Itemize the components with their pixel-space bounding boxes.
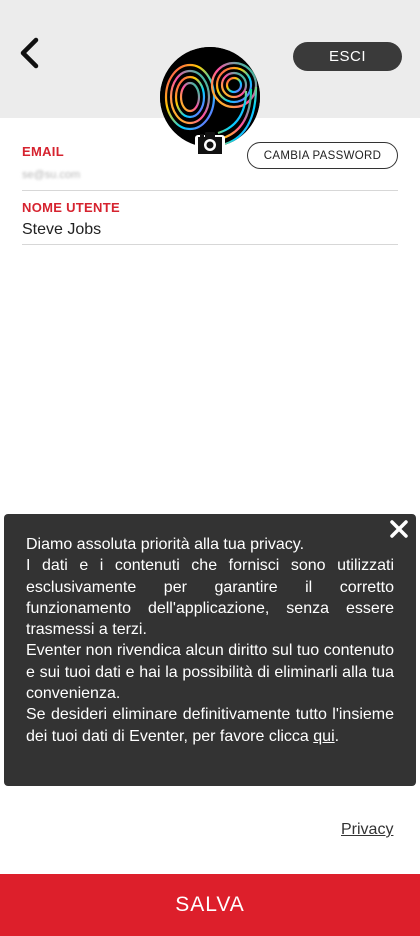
delete-data-link[interactable]: qui bbox=[313, 728, 334, 745]
change-photo-button[interactable] bbox=[195, 130, 225, 156]
email-label: EMAIL bbox=[22, 144, 64, 159]
email-divider bbox=[22, 190, 398, 191]
close-icon bbox=[390, 520, 408, 538]
save-button[interactable]: SALVA bbox=[0, 874, 420, 936]
username-divider bbox=[22, 244, 398, 245]
privacy-paragraph-3: Eventer non rivendica alcun diritto sul … bbox=[26, 642, 394, 703]
camera-icon bbox=[195, 132, 225, 156]
back-button[interactable] bbox=[14, 34, 46, 72]
privacy-popup: Diamo assoluta priorità alla tua privacy… bbox=[4, 514, 416, 786]
logout-button[interactable]: ESCI bbox=[293, 42, 402, 71]
username-field[interactable]: Steve Jobs bbox=[22, 221, 101, 239]
chevron-left-icon bbox=[20, 37, 39, 69]
privacy-paragraph-4-suffix: . bbox=[334, 727, 340, 745]
privacy-text: Diamo assoluta priorità alla tua privacy… bbox=[26, 534, 394, 747]
email-field[interactable]: se@su.com bbox=[22, 169, 80, 181]
privacy-paragraph-2: I dati e i contenuti che fornisci sono u… bbox=[26, 557, 394, 639]
privacy-line-1: Diamo assoluta priorità alla tua privacy… bbox=[26, 536, 305, 553]
privacy-link[interactable]: Privacy bbox=[341, 821, 393, 839]
username-label: NOME UTENTE bbox=[22, 200, 120, 215]
close-popup-button[interactable] bbox=[388, 518, 410, 540]
privacy-paragraph-4: Se desideri eliminare definitivamente tu… bbox=[26, 704, 394, 747]
change-password-button[interactable]: CAMBIA PASSWORD bbox=[247, 142, 398, 169]
